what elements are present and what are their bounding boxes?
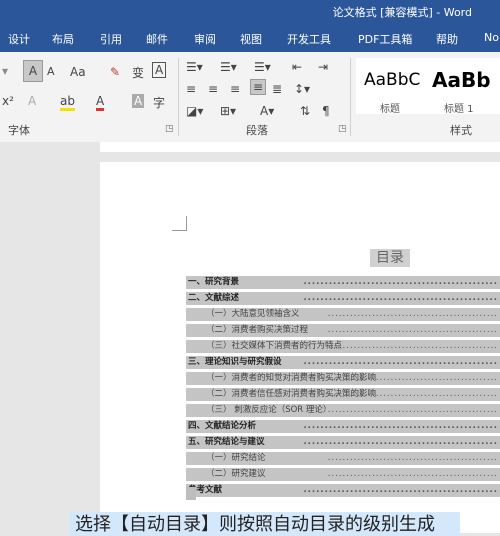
paragraph-dialog-launcher-icon[interactable]: ◳	[338, 124, 347, 134]
chinese-layout-icon[interactable]: A▾	[260, 104, 274, 118]
shrink-font-button[interactable]: A	[47, 65, 55, 78]
toc-entry[interactable]: （一）大陆意见领袖含义.............................…	[186, 308, 500, 321]
font-dialog-launcher-icon[interactable]: ◳	[165, 124, 174, 134]
line-spacing-icon[interactable]: ↕▾	[294, 82, 310, 96]
toc-entry[interactable]: 三、理论知识与研究假设.............................…	[186, 356, 500, 369]
text-effect-button[interactable]: A	[28, 94, 36, 108]
increase-indent-icon[interactable]: ⇥	[318, 60, 328, 74]
toc-leader-dots: ........................................…	[327, 405, 498, 415]
toc-entry[interactable]: （一）研究结论.................................…	[186, 452, 500, 465]
align-left-icon[interactable]: ≡	[186, 82, 196, 96]
enclose-char-button[interactable]: 字	[153, 94, 165, 111]
font-color-button[interactable]: A	[96, 94, 105, 111]
tab-design[interactable]: 设计	[8, 31, 30, 47]
toc-leader-dots: ........................................…	[327, 309, 498, 319]
tab-review[interactable]: 审阅	[194, 31, 216, 47]
style-name: 标题 1	[444, 104, 474, 115]
style-title[interactable]: AaBbC 标题	[360, 58, 428, 115]
grow-font-button[interactable]: A	[23, 60, 43, 82]
toc-entry[interactable]: （二）消费者购买决策过程............................…	[186, 324, 500, 337]
toc-entry[interactable]: 二、文献综述..................................…	[186, 292, 500, 305]
superscript-button[interactable]: x²	[2, 94, 14, 108]
align-right-icon[interactable]: ≡	[230, 82, 240, 96]
style-name: 标题	[380, 104, 400, 115]
shading-icon[interactable]: ◪▾	[186, 104, 203, 118]
distributed-icon[interactable]: ≣	[272, 82, 282, 96]
toc-leader-dots: ........................................…	[303, 293, 498, 303]
ribbon: ▾ A A Aa ✎ 变 A x² A ab A A 字 字体 ◳ ☰▾ ☰▾ …	[0, 52, 500, 143]
tab-overflow[interactable]: No	[484, 31, 499, 44]
toc-entry[interactable]: （二）研究建议.................................…	[186, 468, 500, 481]
toc-entry-text: 一、研究背景	[188, 277, 240, 287]
toc-leader-dots: ........................................…	[303, 277, 498, 287]
clear-format-button[interactable]: ✎	[110, 65, 120, 79]
styles-group-label: 样式	[450, 124, 472, 137]
change-case-button[interactable]: Aa	[70, 65, 86, 79]
tab-layout[interactable]: 布局	[52, 31, 74, 47]
toc-leader-dots: ........................................…	[303, 437, 498, 447]
text-cursor-line	[186, 487, 196, 500]
group-divider	[178, 58, 179, 136]
toc-entry[interactable]: （一）消费者的知觉对消费者购买决策的影响....................…	[186, 372, 500, 385]
toc-title[interactable]: 目录	[370, 249, 410, 267]
toc-leader-dots: ........................................…	[327, 341, 498, 351]
justify-icon[interactable]: ≡	[250, 79, 267, 95]
toc-entry-text: 三、理论知识与研究假设	[188, 357, 282, 367]
style-sample: AaBbC	[364, 70, 421, 90]
toc-leader-dots: ........................................…	[303, 421, 498, 431]
toc-leader-dots: ........................................…	[327, 325, 498, 335]
toc-leader-dots: ........................................…	[303, 485, 498, 495]
toc-leader-dots: ........................................…	[327, 373, 498, 383]
toc-leader-dots: ........................................…	[327, 453, 498, 463]
borders-icon[interactable]: ⊞▾	[220, 104, 236, 118]
font-size-dropdown[interactable]: ▾	[2, 64, 8, 78]
toc-leader-dots: ........................................…	[327, 389, 498, 399]
bullets-icon[interactable]: ☰▾	[186, 60, 203, 74]
tab-mailings[interactable]: 邮件	[146, 31, 168, 47]
decrease-indent-icon[interactable]: ⇤	[292, 60, 302, 74]
title-bar: 论文格式 [兼容模式] - Word	[0, 0, 500, 22]
sort-icon[interactable]: ⇅	[300, 104, 310, 118]
group-divider	[350, 58, 351, 136]
numbering-icon[interactable]: ☰▾	[220, 60, 237, 74]
toc-entry[interactable]: 五、研究结论与建议...............................…	[186, 436, 500, 449]
tab-pdf-tools[interactable]: PDF工具箱	[358, 31, 412, 47]
tab-view[interactable]: 视图	[240, 31, 262, 47]
toc-entry[interactable]: （三） 刺激反应论（SOR 理论）.......................…	[186, 404, 500, 417]
multilevel-list-icon[interactable]: ☰▾	[254, 60, 271, 74]
toc-entry[interactable]: 一、研究背景..................................…	[186, 276, 500, 289]
toc-entry-text: 五、研究结论与建议	[188, 437, 265, 447]
ribbon-tabs: 设计 布局 引用 邮件 审阅 视图 开发工具 PDF工具箱 帮助 No	[0, 22, 500, 52]
toc-entry-text: （二）消费者购买决策过程	[206, 325, 309, 335]
toc-entry[interactable]: 四、文献结论分析................................…	[186, 420, 500, 433]
tab-help[interactable]: 帮助	[436, 31, 458, 47]
char-border-button[interactable]: A	[152, 62, 167, 78]
style-sample: AaBb	[432, 68, 491, 92]
toc-entry-text: 四、文献结论分析	[188, 421, 257, 431]
phonetic-guide-button[interactable]: 变	[132, 64, 144, 81]
highlight-button[interactable]: ab	[60, 94, 75, 111]
style-heading-1[interactable]: AaBb 标题 1	[430, 58, 500, 115]
toc-entry-text: （一）研究结论	[206, 453, 266, 463]
margin-corner-mark	[172, 216, 187, 231]
toc-entry-text: （一）大陆意见领袖含义	[206, 309, 300, 319]
window-title: 论文格式 [兼容模式] - Word	[332, 6, 472, 19]
paragraph-group-label: 段落	[246, 124, 268, 137]
toc-leader-dots: ........................................…	[303, 357, 498, 367]
tab-developer[interactable]: 开发工具	[287, 31, 331, 47]
toc-entry[interactable]: （三）社交媒体下消费者的行为特点........................…	[186, 340, 500, 353]
toc-entry-text: （二）研究建议	[206, 469, 266, 479]
toc-entry[interactable]: （二）消费者信任感对消费者购买决策的影响....................…	[186, 388, 500, 401]
toc-entry-text: 二、文献综述	[188, 293, 240, 303]
previous-page-bottom	[100, 142, 500, 152]
char-shading-button[interactable]: A	[132, 94, 145, 108]
toc-entry[interactable]: 参考文献....................................…	[186, 484, 500, 497]
show-marks-icon[interactable]: ¶	[322, 104, 330, 118]
align-center-icon[interactable]: ≡	[208, 82, 218, 96]
tab-references[interactable]: 引用	[100, 31, 122, 47]
font-group-label: 字体	[8, 124, 30, 137]
toc-leader-dots: ........................................…	[327, 469, 498, 479]
video-caption: 选择【自动目录】则按照自动目录的级别生成	[69, 512, 460, 536]
